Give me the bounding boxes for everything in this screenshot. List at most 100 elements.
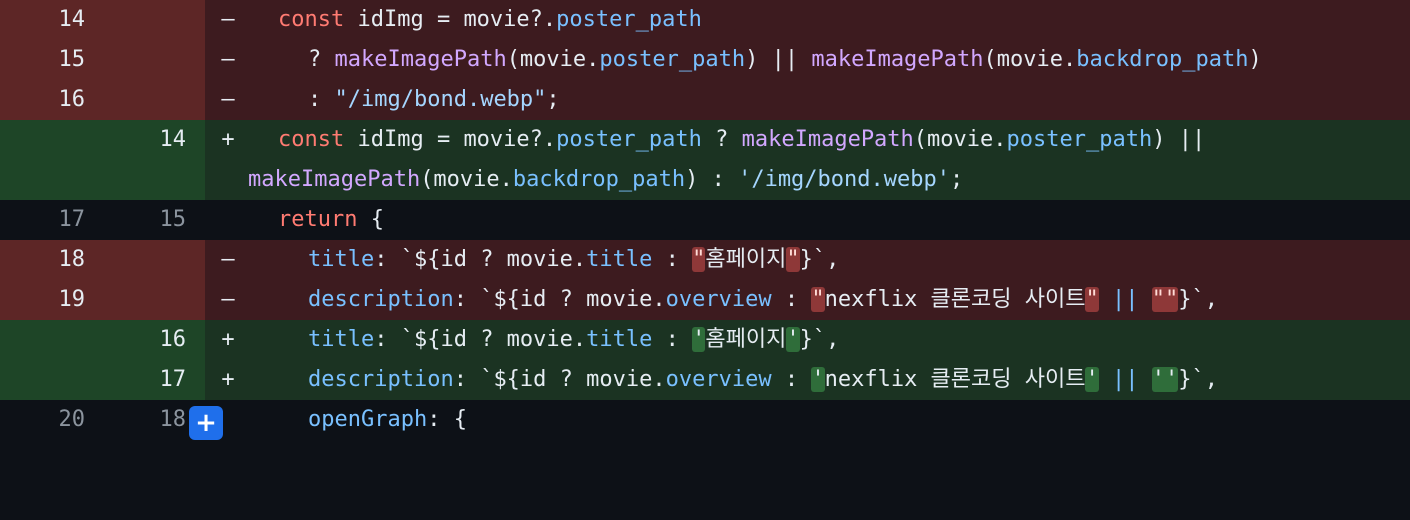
function-token: makeImagePath xyxy=(741,127,914,152)
code-token: ? xyxy=(701,127,742,152)
old-line-number[interactable]: 15 xyxy=(0,40,103,80)
changed-token: ' xyxy=(811,367,825,392)
function-token: makeImagePath xyxy=(334,47,507,72)
changed-token: ' xyxy=(1085,367,1099,392)
changed-token: '' xyxy=(1151,367,1179,392)
new-line-number[interactable] xyxy=(103,0,205,40)
diff-row-added[interactable]: 17 + description: `${id ? movie.overview… xyxy=(0,360,1410,400)
code-token: : xyxy=(771,287,812,312)
property-token: poster_path xyxy=(1006,127,1153,152)
old-line-number[interactable] xyxy=(0,320,103,360)
code-text: const idImg = movie?.poster_path ? makeI… xyxy=(278,120,1205,160)
code-text: openGraph: { xyxy=(308,400,467,440)
changed-token: ' xyxy=(786,327,800,352)
diff-sign: + xyxy=(221,127,235,152)
string-token: "/img/bond.webp" xyxy=(334,87,547,112)
code-text: const idImg = movie?.poster_path xyxy=(278,0,702,40)
code-token: ) : xyxy=(685,167,739,192)
new-line-number[interactable] xyxy=(103,80,205,120)
function-token: makeImagePath xyxy=(248,167,421,192)
code-token: : `${id ? movie. xyxy=(374,247,587,272)
property-token: description xyxy=(308,367,454,392)
property-token: backdrop_path xyxy=(512,167,686,192)
new-line-number[interactable]: 17 xyxy=(103,360,205,400)
old-line-number[interactable] xyxy=(0,120,103,200)
code-line: + const idImg = movie?.poster_path ? mak… xyxy=(205,120,1410,200)
code-token: }`, xyxy=(799,327,840,352)
code-token: : xyxy=(652,327,693,352)
old-line-number[interactable]: 18 xyxy=(0,240,103,280)
keyword-token: const xyxy=(278,7,345,32)
diff-sign: + xyxy=(221,327,235,352)
code-line: + title: `${id ? movie.title : '홈페이지'}`, xyxy=(205,320,1410,360)
code-token: }`, xyxy=(1178,287,1218,312)
code-token: 홈페이지 xyxy=(705,247,787,272)
code-line: – const idImg = movie?.poster_path xyxy=(205,0,1410,40)
code-token: (movie. xyxy=(420,167,513,192)
code-token: : { xyxy=(427,407,467,432)
code-line: openGraph: { xyxy=(205,400,1410,440)
changed-token: " xyxy=(811,287,825,312)
diff-row-deleted[interactable]: 16 – : "/img/bond.webp"; xyxy=(0,80,1410,120)
old-line-number[interactable]: 16 xyxy=(0,80,103,120)
code-token: nexflix 클론코딩 사이트 xyxy=(824,367,1086,392)
code-line: – title: `${id ? movie.title : "홈페이지"}`, xyxy=(205,240,1410,280)
diff-sign: – xyxy=(221,287,235,312)
property-token: poster_path xyxy=(556,7,702,32)
code-text: : "/img/bond.webp"; xyxy=(308,80,560,120)
code-token: (movie. xyxy=(913,127,1007,152)
diff-sign: – xyxy=(221,247,235,272)
diff-row-added[interactable]: 14 + const idImg = movie?.poster_path ? … xyxy=(0,120,1410,200)
new-line-number[interactable]: 14 xyxy=(103,120,205,200)
code-token: (movie. xyxy=(506,47,600,72)
code-token: : `${id ? movie. xyxy=(453,367,666,392)
keyword-token: return xyxy=(278,207,358,232)
line-number-text: 14 xyxy=(159,127,187,152)
code-text-wrapped: makeImagePath(movie.backdrop_path) : '/i… xyxy=(248,160,963,200)
new-line-number[interactable] xyxy=(103,240,205,280)
code-token: nexflix 클론코딩 사이트 xyxy=(824,287,1086,312)
code-token: ) || xyxy=(1152,127,1206,152)
code-token: idImg = movie?. xyxy=(344,7,557,32)
diff-row-deleted[interactable]: 14 – const idImg = movie?.poster_path xyxy=(0,0,1410,40)
old-line-number[interactable] xyxy=(0,360,103,400)
new-line-number[interactable]: 15 xyxy=(103,200,205,240)
code-line: – ? makeImagePath(movie.poster_path) || … xyxy=(205,40,1410,80)
property-token: poster_path xyxy=(599,47,746,72)
old-line-number[interactable]: 20 xyxy=(0,400,103,440)
code-token: ; xyxy=(546,87,560,112)
old-line-number[interactable]: 19 xyxy=(0,280,103,320)
property-token: title xyxy=(308,247,375,272)
new-line-number[interactable] xyxy=(103,40,205,80)
code-text: title: `${id ? movie.title : '홈페이지'}`, xyxy=(308,320,839,360)
property-token: overview xyxy=(665,367,772,392)
code-token: 홈페이지 xyxy=(705,327,787,352)
code-token: idImg = movie?. xyxy=(344,127,557,152)
code-text: description: `${id ? movie.overview : "n… xyxy=(308,280,1218,320)
code-token: ? xyxy=(308,47,335,72)
new-line-number[interactable] xyxy=(103,280,205,320)
new-line-number[interactable]: 16 xyxy=(103,320,205,360)
diff-view: 14 – const idImg = movie?.poster_path 15… xyxy=(0,0,1410,440)
property-token: poster_path xyxy=(556,127,702,152)
changed-token: " xyxy=(1085,287,1099,312)
diff-row-deleted[interactable]: 19 – description: `${id ? movie.overview… xyxy=(0,280,1410,320)
property-token: title xyxy=(586,247,653,272)
add-comment-button[interactable]: + xyxy=(189,406,223,440)
code-text: description: `${id ? movie.overview : 'n… xyxy=(308,360,1218,400)
diff-row-deleted[interactable]: 18 – title: `${id ? movie.title : "홈페이지"… xyxy=(0,240,1410,280)
code-token: : `${id ? movie. xyxy=(374,327,587,352)
code-line: – description: `${id ? movie.overview : … xyxy=(205,280,1410,320)
diff-sign: – xyxy=(221,87,235,112)
string-token: '/img/bond.webp' xyxy=(738,167,950,192)
diff-row-context[interactable]: 17 15 return { xyxy=(0,200,1410,240)
diff-row-added[interactable]: 16 + title: `${id ? movie.title : '홈페이지'… xyxy=(0,320,1410,360)
code-line: return { xyxy=(205,200,1410,240)
old-line-number[interactable]: 17 xyxy=(0,200,103,240)
operator-token: || xyxy=(1098,287,1152,312)
changed-token: " xyxy=(786,247,800,272)
changed-token: ' xyxy=(692,327,706,352)
old-line-number[interactable]: 14 xyxy=(0,0,103,40)
code-token: { xyxy=(357,207,384,232)
diff-row-deleted[interactable]: 15 – ? makeImagePath(movie.poster_path) … xyxy=(0,40,1410,80)
